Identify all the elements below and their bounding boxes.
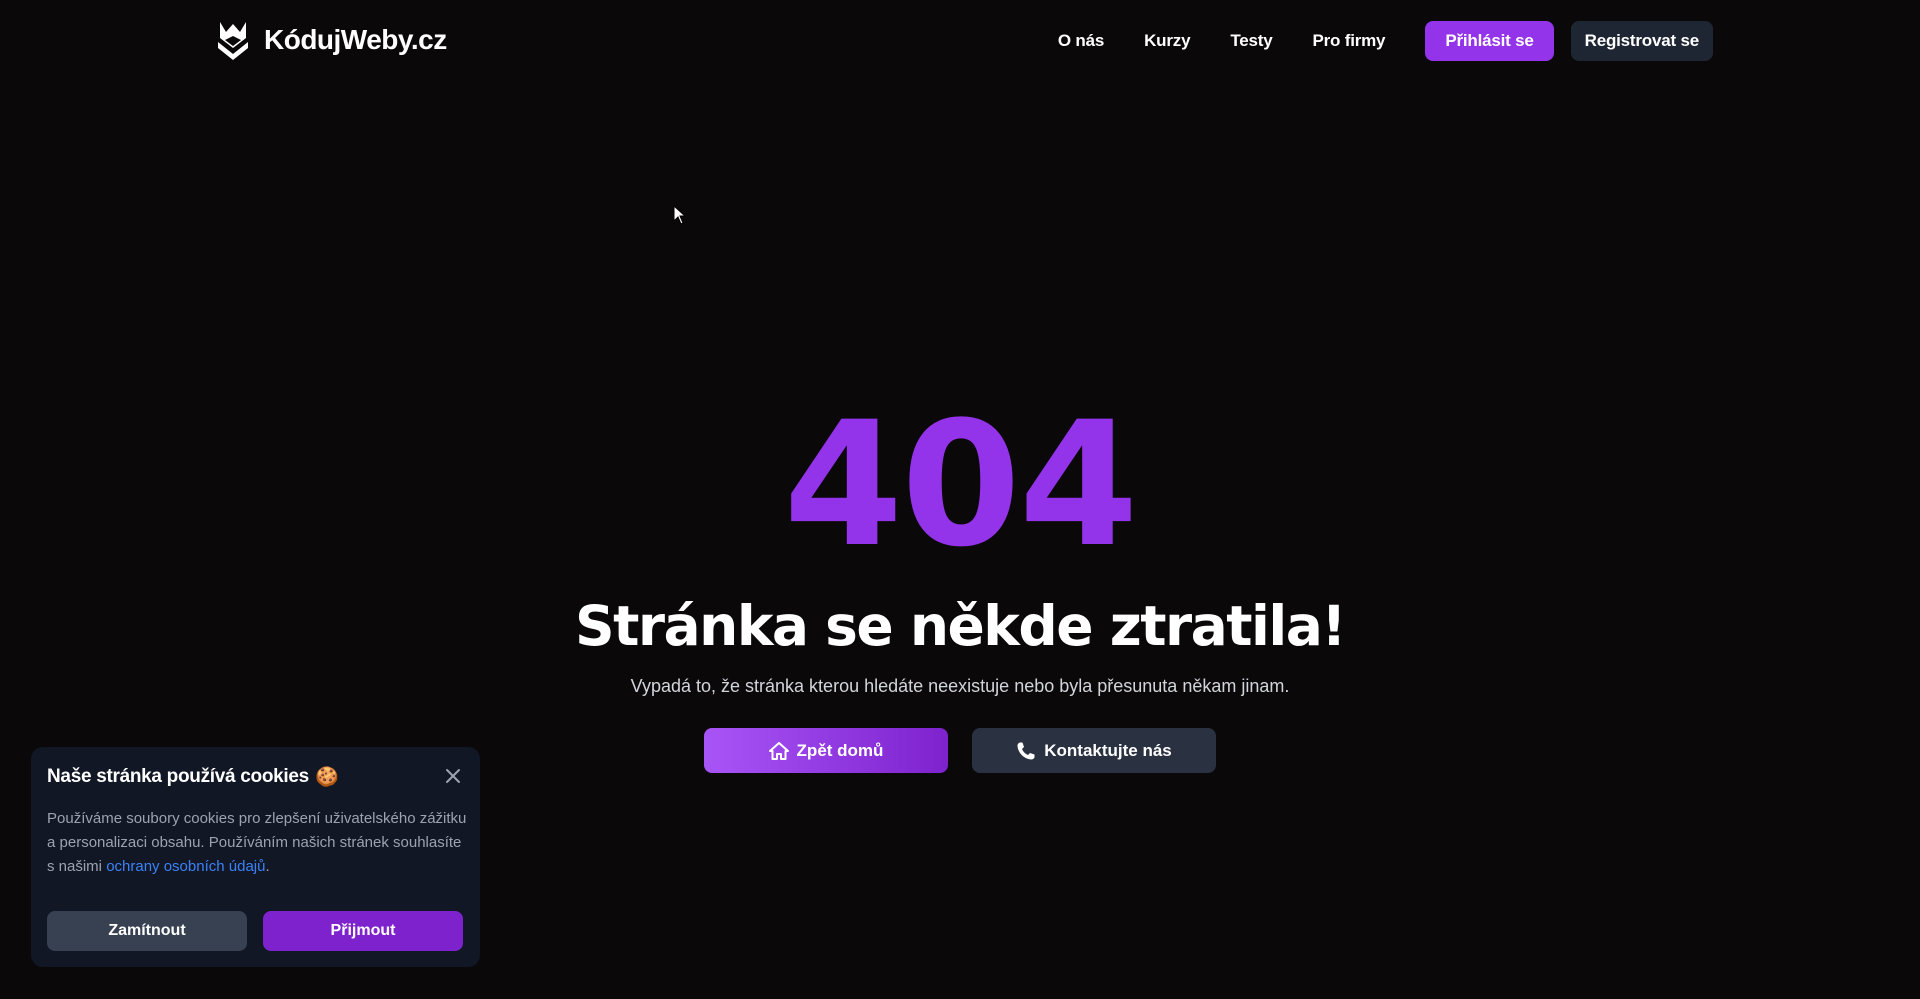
back-home-label: Zpět domů [796, 740, 884, 760]
page-title: Stránka se někde ztratila! [575, 594, 1346, 658]
error-hero: 404 Stránka se někde ztratila! Vypadá to… [0, 384, 1920, 773]
reject-cookies-button[interactable]: Zamítnout [47, 911, 247, 951]
page-subtitle: Vypadá to, že stránka kterou hledáte nee… [630, 676, 1290, 696]
home-icon [768, 741, 789, 760]
nav-link-pro-firmy[interactable]: Pro firmy [1312, 31, 1385, 51]
cookie-title: Naše stránka používá cookies 🍪 [47, 765, 464, 789]
main-nav: O nás Kurzy Testy Pro firmy Přihlásit se… [1058, 20, 1713, 61]
cursor-icon [673, 205, 687, 225]
cookie-banner: Naše stránka používá cookies 🍪 Používáme… [31, 747, 480, 967]
privacy-link[interactable]: ochrany osobních údajů [106, 858, 265, 875]
back-home-button[interactable]: Zpět domů [704, 728, 948, 773]
cookie-text-end: . [265, 858, 270, 875]
register-button[interactable]: Registrovat se [1570, 20, 1713, 61]
error-code: 404 [783, 384, 1138, 585]
logo-icon [218, 22, 248, 60]
site-header: KódujWeby.cz O nás Kurzy Testy Pro firmy… [0, 0, 1920, 82]
cookie-text: Používáme soubory cookies pro zlepšení u… [47, 807, 467, 879]
close-icon[interactable] [444, 767, 462, 785]
accept-cookies-button[interactable]: Přijmout [263, 911, 463, 951]
nav-link-testy[interactable]: Testy [1230, 31, 1272, 51]
logo[interactable]: KódujWeby.cz [214, 18, 447, 62]
cookie-title-text: Naše stránka používá cookies [47, 766, 309, 787]
nav-link-kurzy[interactable]: Kurzy [1144, 31, 1190, 51]
login-button[interactable]: Přihlásit se [1425, 20, 1554, 61]
logo-text: KódujWeby.cz [264, 24, 447, 55]
contact-button[interactable]: Kontaktujte nás [972, 728, 1216, 773]
phone-icon [1017, 742, 1035, 759]
contact-label: Kontaktujte nás [1044, 740, 1172, 760]
cookie-emoji: 🍪 [314, 767, 339, 788]
nav-link-o-nas[interactable]: O nás [1058, 31, 1104, 51]
cookie-actions: Zamítnout Přijmout [47, 911, 463, 951]
